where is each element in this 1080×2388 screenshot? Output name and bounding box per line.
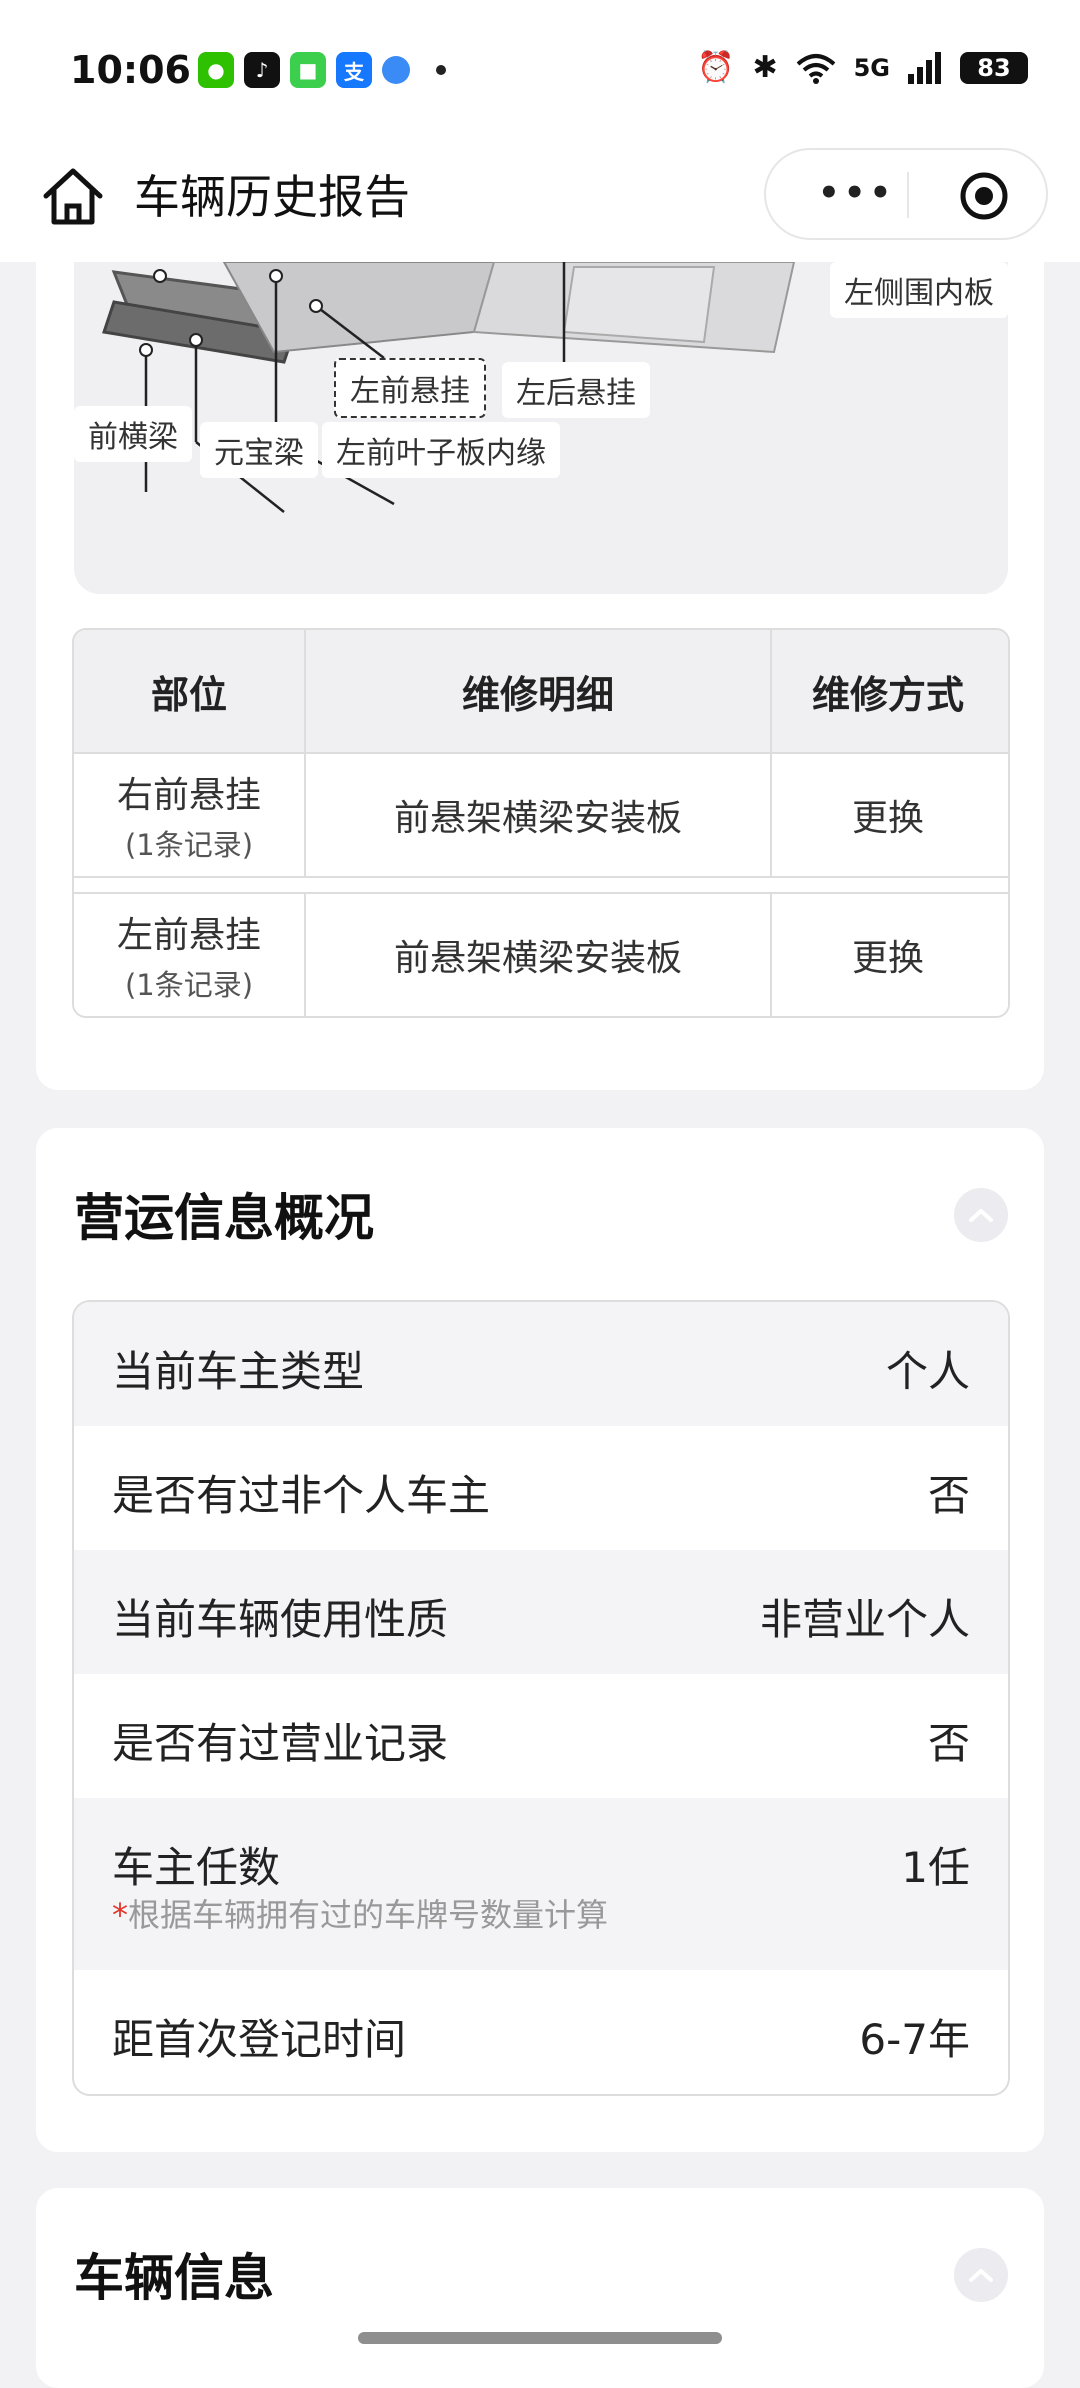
wechat-icon: ● (198, 52, 234, 88)
info-row-usage-nature: 当前车辆使用性质 非营业个人 (74, 1550, 1008, 1674)
row-separator (74, 876, 1008, 892)
browser-icon (382, 56, 410, 84)
alipay-icon: 支 (336, 52, 372, 88)
home-icon[interactable] (38, 162, 108, 232)
table-row: 右前悬挂 (1条记录) 前悬架横梁安装板 更换 (74, 752, 1008, 876)
label-subframe: 元宝梁 (200, 422, 318, 478)
info-label: 当前车主类型 (112, 1347, 365, 1396)
chevron-up-icon (969, 1209, 993, 1222)
info-label: 距首次登记时间 (112, 2015, 407, 2064)
section-title: 营运信息概况 (74, 1189, 374, 1247)
info-label: 是否有过非个人车主 (112, 1471, 491, 1520)
tiktok-icon: ♪ (244, 52, 280, 88)
info-value: 否 (927, 1471, 970, 1520)
vehicle-diagram: 左侧围内板 左前悬挂 左后悬挂 前横梁 元宝梁 左前叶子板内缘 (74, 262, 1008, 594)
info-row-commercial-record: 是否有过营业记录 否 (74, 1674, 1008, 1798)
row-record-count: (1条记录) (124, 828, 254, 862)
table-row: 左前悬挂 (1条记录) 前悬架横梁安装板 更换 (74, 892, 1008, 1016)
row-part-cell: 右前悬挂 (1条记录) (74, 754, 306, 876)
header-method: 维修方式 (811, 672, 964, 717)
miniprogram-capsule: ••• (764, 148, 1048, 240)
vehicle-info-card: 车辆信息 (36, 2188, 1044, 2388)
required-star: * (112, 1896, 128, 1934)
shopping-icon: ■ (290, 52, 326, 88)
collapse-button[interactable] (954, 1188, 1008, 1242)
signal-icon (908, 51, 941, 84)
capsule-divider (907, 172, 909, 218)
header-part: 部位 (74, 630, 306, 752)
home-indicator[interactable] (358, 2332, 722, 2344)
info-row-owner-type: 当前车主类型 个人 (74, 1302, 1008, 1426)
label-left-front-suspension[interactable]: 左前悬挂 (334, 358, 486, 418)
info-label: 是否有过营业记录 (112, 1719, 449, 1768)
row-method: 更换 (851, 938, 924, 979)
info-row-owner-count: 车主任数 1任 *根据车辆拥有过的车牌号数量计算 (74, 1798, 1008, 1970)
more-menu-button[interactable]: ••• (818, 176, 895, 210)
nav-bar: 车辆历史报告 ••• (0, 140, 1080, 262)
info-row-first-registration: 距首次登记时间 6-7年 (74, 1970, 1008, 2094)
row-part-cell: 左前悬挂 (1条记录) (74, 894, 306, 1016)
notification-icons: ● ♪ ■ 支 (198, 52, 446, 88)
repair-table: 部位 维修明细 维修方式 右前悬挂 (1条记录) 前悬架横梁安装板 更换 左前悬… (72, 628, 1010, 1018)
header-detail: 维修明细 (306, 630, 772, 752)
status-bar: 10:06 ● ♪ ■ 支 ⏰ ✱ 5G 83 (0, 0, 1080, 140)
battery-level: 83 (960, 51, 1028, 84)
label-left-side-inner-panel: 左侧围内板 (830, 262, 1008, 318)
info-value: 1任 (901, 1843, 970, 1892)
page-title: 车辆历史报告 (134, 170, 410, 224)
repair-table-header: 部位 维修明细 维修方式 (74, 630, 1008, 752)
info-value: 6-7年 (859, 2015, 970, 2064)
repair-card: 左侧围内板 左前悬挂 左后悬挂 前横梁 元宝梁 左前叶子板内缘 部位 维修明细 … (36, 262, 1044, 1090)
info-note: *根据车辆拥有过的车牌号数量计算 (112, 1890, 608, 1936)
info-value: 个人 (885, 1347, 970, 1396)
status-time: 10:06 (70, 48, 191, 92)
info-row-non-individual-owner: 是否有过非个人车主 否 (74, 1426, 1008, 1550)
label-left-rear-suspension: 左后悬挂 (502, 362, 650, 418)
row-record-count: (1条记录) (124, 968, 254, 1002)
info-note-text: 根据车辆拥有过的车牌号数量计算 (128, 1896, 609, 1934)
alarm-icon: ⏰ (697, 50, 735, 85)
status-right: ⏰ ✱ 5G 83 (697, 50, 1028, 85)
label-left-front-fender-inner: 左前叶子板内缘 (322, 422, 560, 478)
row-part: 右前悬挂 (116, 775, 261, 816)
info-label: 当前车辆使用性质 (112, 1595, 449, 1644)
operation-info-card: 营运信息概况 当前车主类型 个人 是否有过非个人车主 否 当前车辆使用性质 非营… (36, 1128, 1044, 2152)
operation-info-list: 当前车主类型 个人 是否有过非个人车主 否 当前车辆使用性质 非营业个人 是否有… (72, 1300, 1010, 2096)
close-target-icon[interactable] (958, 170, 1010, 222)
chevron-up-icon (969, 2269, 993, 2282)
label-front-crossmember: 前横梁 (74, 406, 192, 462)
bluetooth-icon: ✱ (752, 50, 778, 85)
info-value: 非营业个人 (759, 1595, 970, 1644)
row-method: 更换 (851, 798, 924, 839)
info-value: 否 (927, 1719, 970, 1768)
collapse-button[interactable] (954, 2248, 1008, 2302)
more-notifications-dot (436, 65, 446, 75)
row-detail: 前悬架横梁安装板 (306, 894, 772, 1016)
section-title: 车辆信息 (74, 2249, 274, 2307)
row-detail: 前悬架横梁安装板 (306, 754, 772, 876)
row-part: 左前悬挂 (116, 915, 261, 956)
info-label: 车主任数 (112, 1843, 281, 1892)
network-type: 5G (853, 53, 890, 82)
wifi-icon (796, 53, 835, 84)
